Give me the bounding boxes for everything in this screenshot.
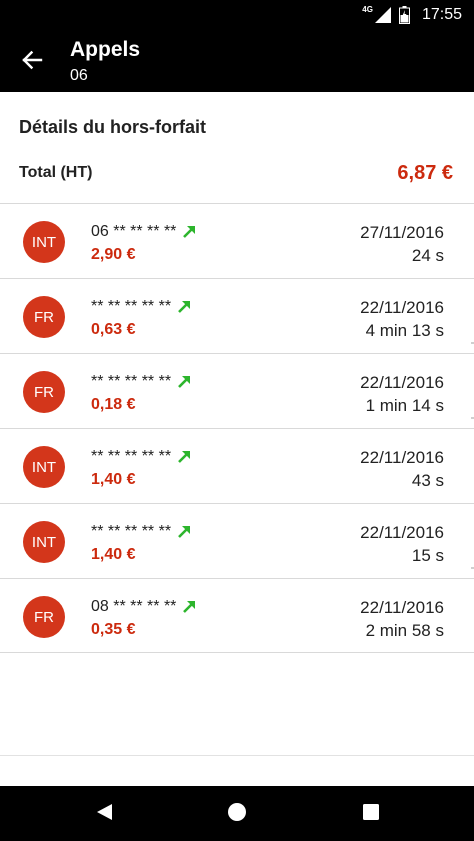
nav-recent-apps-button[interactable] bbox=[351, 794, 391, 834]
call-row[interactable]: INT ** ** ** ** ** 1,40 € 22/11/2016 43 … bbox=[0, 428, 474, 503]
call-number-text: ** ** ** ** ** bbox=[91, 523, 172, 540]
call-row[interactable]: INT ** ** ** ** ** 1,40 € 22/11/2016 15 … bbox=[0, 503, 474, 578]
call-date: 22/11/2016 bbox=[360, 298, 444, 317]
calls-list: INT 06 ** ** ** ** 2,90 € 27/11/2016 24 … bbox=[0, 203, 474, 653]
outgoing-call-arrow-icon bbox=[177, 450, 191, 464]
call-date: 22/11/2016 bbox=[360, 448, 444, 467]
page-title: Appels bbox=[70, 38, 141, 61]
app-bar: Appels 06 bbox=[0, 30, 474, 92]
clock: 17:55 bbox=[421, 6, 462, 23]
call-number: ** ** ** ** ** bbox=[91, 448, 191, 466]
call-number-text: 08 ** ** ** ** bbox=[91, 598, 177, 615]
call-date: 27/11/2016 bbox=[360, 223, 444, 242]
call-number-text: ** ** ** ** ** bbox=[91, 298, 172, 315]
call-type-badge: FR bbox=[23, 296, 65, 338]
nav-home-button[interactable] bbox=[217, 794, 257, 834]
call-amount: 0,35 € bbox=[91, 621, 136, 638]
section-title: Détails du hors-forfait bbox=[19, 117, 207, 137]
nav-back-button[interactable] bbox=[84, 794, 124, 834]
call-amount: 0,18 € bbox=[91, 396, 136, 413]
circle-home-icon bbox=[227, 802, 247, 827]
call-row[interactable]: FR 08 ** ** ** ** 0,35 € 22/11/2016 2 mi… bbox=[0, 578, 474, 653]
call-duration: 43 s bbox=[411, 471, 444, 490]
call-duration: 2 min 58 s bbox=[365, 621, 444, 640]
call-amount: 1,40 € bbox=[91, 546, 136, 563]
call-number-text: ** ** ** ** ** bbox=[91, 448, 172, 465]
call-type-badge: FR bbox=[23, 596, 65, 638]
status-bar: 4G 17:55 bbox=[0, 0, 474, 30]
signal-icon bbox=[374, 7, 391, 23]
call-number: ** ** ** ** ** bbox=[91, 523, 191, 541]
outgoing-call-arrow-icon bbox=[177, 525, 191, 539]
divider bbox=[0, 755, 474, 756]
total-label: Total (HT) bbox=[19, 164, 93, 181]
call-number: 08 ** ** ** ** bbox=[91, 598, 196, 616]
call-amount: 0,63 € bbox=[91, 321, 136, 338]
total-value: 6,87 € bbox=[397, 162, 453, 184]
outgoing-call-arrow-icon bbox=[182, 225, 196, 239]
square-recent-icon bbox=[362, 803, 380, 826]
call-duration: 1 min 14 s bbox=[365, 396, 444, 415]
call-row[interactable]: FR ** ** ** ** ** 0,18 € 22/11/2016 1 mi… bbox=[0, 353, 474, 428]
call-duration: 24 s bbox=[411, 246, 444, 265]
network-type-label: 4G bbox=[362, 4, 373, 14]
call-duration: 4 min 13 s bbox=[365, 321, 444, 340]
triangle-back-icon bbox=[94, 802, 114, 827]
outgoing-call-arrow-icon bbox=[177, 375, 191, 389]
call-date: 22/11/2016 bbox=[360, 523, 444, 542]
call-date: 22/11/2016 bbox=[360, 373, 444, 392]
call-number: ** ** ** ** ** bbox=[91, 373, 191, 391]
page-subtitle: 06 bbox=[70, 67, 88, 84]
outgoing-call-arrow-icon bbox=[177, 300, 191, 314]
call-duration: 15 s bbox=[411, 546, 444, 565]
outgoing-call-arrow-icon bbox=[182, 600, 196, 614]
call-row[interactable]: INT 06 ** ** ** ** 2,90 € 27/11/2016 24 … bbox=[0, 203, 474, 278]
call-number-text: ** ** ** ** ** bbox=[91, 373, 172, 390]
call-number: ** ** ** ** ** bbox=[91, 298, 191, 316]
arrow-left-icon bbox=[21, 49, 43, 76]
call-amount: 2,90 € bbox=[91, 246, 136, 263]
call-type-badge: INT bbox=[23, 521, 65, 563]
system-nav-bar bbox=[0, 786, 474, 841]
call-number: 06 ** ** ** ** bbox=[91, 223, 196, 241]
call-type-badge: INT bbox=[23, 221, 65, 263]
battery-icon bbox=[398, 6, 410, 24]
call-row[interactable]: FR ** ** ** ** ** 0,63 € 22/11/2016 4 mi… bbox=[0, 278, 474, 353]
call-number-text: 06 ** ** ** ** bbox=[91, 223, 177, 240]
call-amount: 1,40 € bbox=[91, 471, 136, 488]
back-button[interactable] bbox=[14, 44, 50, 80]
call-date: 22/11/2016 bbox=[360, 598, 444, 617]
call-type-badge: INT bbox=[23, 446, 65, 488]
call-type-badge: FR bbox=[23, 371, 65, 413]
status-icons: 4G 17:55 bbox=[362, 4, 462, 26]
